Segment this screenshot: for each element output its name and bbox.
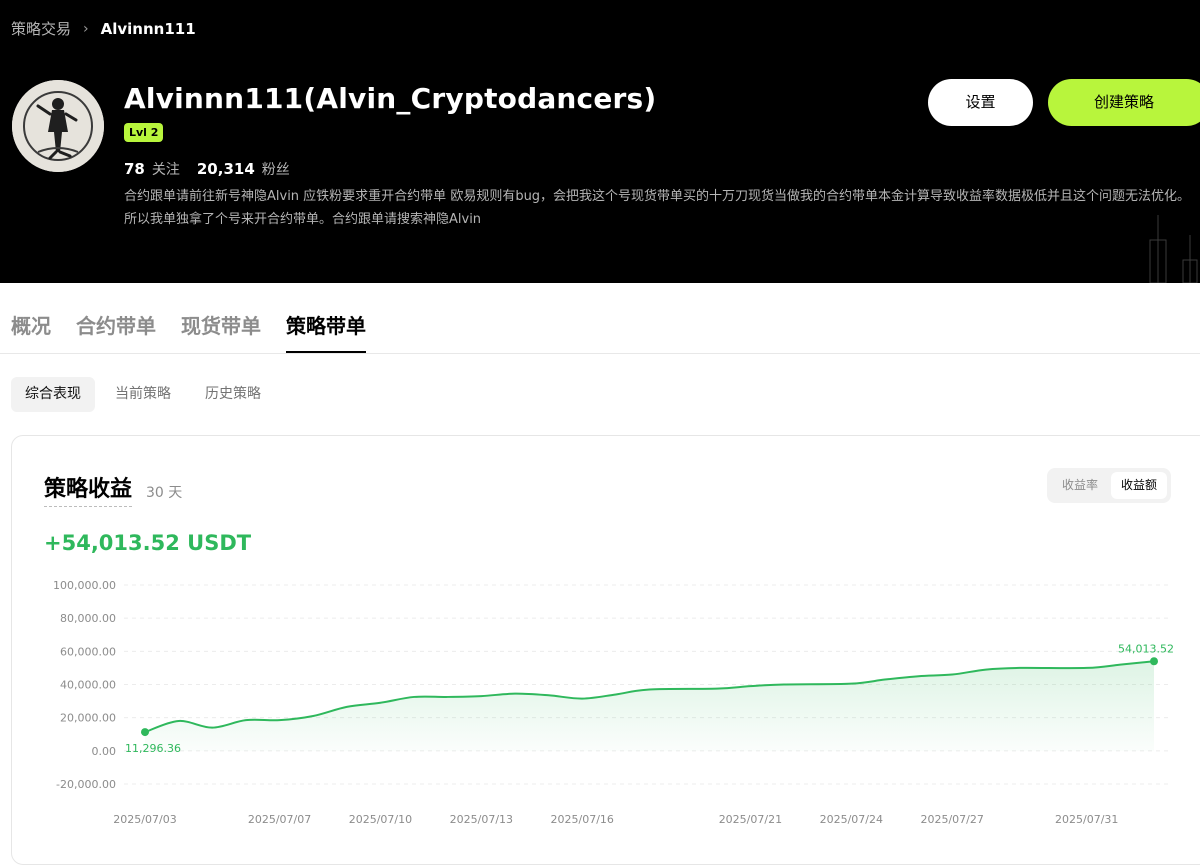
tabs-divider <box>0 353 1200 354</box>
profile-name: Alvinnn111(Alvin_Cryptodancers) <box>124 82 657 115</box>
y-tick-label: 60,000.00 <box>60 645 116 658</box>
subtab-overall-performance[interactable]: 综合表现 <box>11 377 95 412</box>
y-tick-label: 20,000.00 <box>60 712 116 725</box>
breadcrumb-parent-link[interactable]: 策略交易 <box>11 18 71 39</box>
avatar-image-icon <box>12 80 104 172</box>
tab-strategy-copy[interactable]: 策略带单 <box>286 310 366 353</box>
end-point <box>1150 657 1158 666</box>
main-tabs: 概况 合约带单 现货带单 策略带单 <box>11 310 366 353</box>
subtab-current-strategies[interactable]: 当前策略 <box>101 377 185 412</box>
chevron-right-icon: › <box>83 20 89 37</box>
y-tick-label: 80,000.00 <box>60 612 116 625</box>
x-tick-label: 2025/07/16 <box>551 813 614 826</box>
candlestick-decoration-icon <box>1149 215 1198 283</box>
tab-contract-copy[interactable]: 合约带单 <box>76 310 156 353</box>
tab-overview[interactable]: 概况 <box>11 310 51 353</box>
breadcrumb-current: Alvinnn111 <box>100 19 196 38</box>
start-value-label: 11,296.36 <box>125 742 181 755</box>
create-strategy-button[interactable]: 创建策略 <box>1048 79 1200 126</box>
breadcrumb: 策略交易 › Alvinnn111 <box>11 18 196 39</box>
subtab-history-strategies[interactable]: 历史策略 <box>191 377 275 412</box>
series-area <box>145 661 1154 751</box>
y-tick-label: -20,000.00 <box>56 778 116 791</box>
start-point <box>141 728 149 737</box>
x-tick-label: 2025/07/31 <box>1055 813 1118 826</box>
tab-spot-copy[interactable]: 现货带单 <box>181 310 261 353</box>
followers-label[interactable]: 粉丝 <box>262 159 290 179</box>
profile-header: 策略交易 › Alvinnn111 Alvinnn111(Alvin_Crypt… <box>0 0 1200 283</box>
pnl-chart: 100,000.00 80,000.00 60,000.00 40,000.00 20,… <box>53 579 1174 826</box>
x-tick-label: 2025/07/27 <box>920 813 983 826</box>
x-tick-label: 2025/07/03 <box>113 813 176 826</box>
followers-count[interactable]: 20,314 <box>197 160 255 178</box>
follow-stats: 78 关注 20,314 粉丝 <box>124 159 300 179</box>
profile-bio: 合约跟单请前往新号神隐Alvin 应铁粉要求重开合约带单 欧易规则有bug，会把… <box>124 189 1191 227</box>
x-tick-label: 2025/07/13 <box>450 813 513 826</box>
y-tick-label: 0.00 <box>92 745 117 758</box>
sub-tabs: 综合表现 当前策略 历史策略 <box>11 377 275 412</box>
level-badge: Lvl 2 <box>124 123 164 142</box>
y-tick-label: 100,000.00 <box>53 579 116 592</box>
x-tick-label: 2025/07/07 <box>248 813 311 826</box>
strategy-pnl-card: 策略收益 30 天 +54,013.52 USDT 收益率 收益额 100,00… <box>11 435 1200 865</box>
y-tick-label: 40,000.00 <box>60 679 116 692</box>
x-tick-label: 2025/07/21 <box>719 813 782 826</box>
avatar <box>12 80 104 172</box>
following-label[interactable]: 关注 <box>152 159 180 179</box>
x-tick-label: 2025/07/10 <box>349 813 412 826</box>
end-value-label: 54,013.52 <box>1118 642 1174 655</box>
settings-button[interactable]: 设置 <box>928 79 1033 126</box>
following-count[interactable]: 78 <box>124 160 145 178</box>
x-tick-label: 2025/07/24 <box>820 813 883 826</box>
